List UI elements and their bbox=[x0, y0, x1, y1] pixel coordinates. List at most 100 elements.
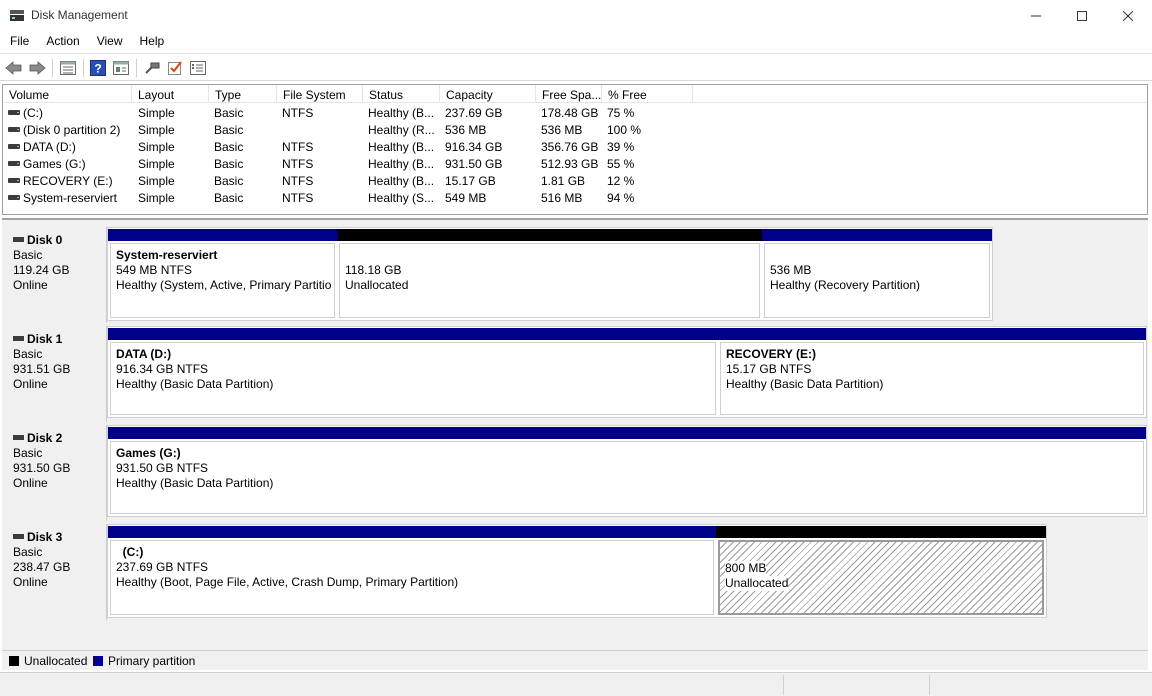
partition-header-unallocated bbox=[716, 526, 1046, 538]
partition-header-primary bbox=[718, 328, 1146, 340]
partition-header-primary bbox=[108, 229, 337, 241]
legend-swatch-unallocated bbox=[9, 656, 19, 666]
disk-3-partitions: (C:) 237.69 GB NTFS Healthy (Boot, Page … bbox=[107, 524, 1047, 618]
volume-layout: Simple bbox=[138, 191, 175, 205]
volume-file-system: NTFS bbox=[282, 157, 314, 171]
partition-size: 916.34 GB NTFS bbox=[116, 362, 209, 376]
forward-button[interactable] bbox=[28, 59, 46, 77]
drive-icon bbox=[8, 161, 20, 166]
volume-file-system: NTFS bbox=[282, 140, 314, 154]
column-header-layout[interactable]: Layout bbox=[132, 85, 209, 103]
volume-status: Healthy (B... bbox=[368, 157, 435, 171]
volume-free-space: 536 MB bbox=[541, 123, 583, 137]
volume-row[interactable]: System-reserviert Simple Basic NTFS Heal… bbox=[3, 189, 1147, 206]
volume-status: Healthy (B... bbox=[368, 174, 435, 188]
maximize-button[interactable] bbox=[1059, 0, 1105, 31]
partition-details: Games (G:) 931.50 GB NTFS Healthy (Basic… bbox=[110, 441, 1144, 514]
partition-header-primary bbox=[108, 328, 718, 340]
partition-details: (C:) 237.69 GB NTFS Healthy (Boot, Page … bbox=[110, 540, 714, 615]
disk-0-label[interactable]: Disk 0 Basic 119.24 GB Online bbox=[5, 227, 107, 323]
disk-name: Disk 2 bbox=[27, 431, 63, 445]
disk-2-label[interactable]: Disk 2 Basic 931.50 GB Online bbox=[5, 425, 107, 521]
disk-icon bbox=[13, 336, 24, 341]
partition-unallocated[interactable]: 118.18 GB Unallocated bbox=[337, 228, 762, 320]
partition-recovery[interactable]: 536 MB Healthy (Recovery Partition) bbox=[762, 228, 992, 320]
partition-games-g[interactable]: Games (G:) 931.50 GB NTFS Healthy (Basic… bbox=[108, 426, 1146, 516]
partition-data-d[interactable]: DATA (D:) 916.34 GB NTFS Healthy (Basic … bbox=[108, 327, 718, 417]
partition-details: 536 MB Healthy (Recovery Partition) bbox=[764, 243, 990, 318]
settings-icon bbox=[190, 61, 206, 75]
svg-text:?: ? bbox=[94, 62, 101, 76]
volume-percent-free: 39 % bbox=[607, 140, 635, 154]
close-button[interactable] bbox=[1105, 0, 1151, 31]
menu-bar: File Action View Help bbox=[0, 31, 1152, 52]
partition-details: RECOVERY (E:) 15.17 GB NTFS Healthy (Bas… bbox=[720, 342, 1144, 415]
disk-1-label[interactable]: Disk 1 Basic 931.51 GB Online bbox=[5, 326, 107, 422]
volume-name: DATA (D:) bbox=[23, 140, 76, 154]
volume-row[interactable]: DATA (D:) Simple Basic NTFS Healthy (B..… bbox=[3, 138, 1147, 155]
volume-name: System-reserviert bbox=[23, 191, 118, 205]
volume-layout: Simple bbox=[138, 140, 175, 154]
volume-percent-free: 55 % bbox=[607, 157, 635, 171]
minimize-button[interactable] bbox=[1013, 0, 1059, 31]
column-header-free-space[interactable]: Free Spa... bbox=[536, 85, 602, 103]
toolbar-separator bbox=[52, 59, 53, 77]
disk-0-partitions: System-reserviert 549 MB NTFS Healthy (S… bbox=[107, 227, 993, 321]
volume-layout: Simple bbox=[138, 157, 175, 171]
connect-button[interactable] bbox=[143, 59, 161, 77]
volume-row[interactable]: RECOVERY (E:) Simple Basic NTFS Healthy … bbox=[3, 172, 1147, 189]
check-button[interactable] bbox=[166, 59, 184, 77]
view-icon bbox=[113, 61, 129, 75]
disk-state: Online bbox=[13, 377, 48, 391]
column-header-percent-free[interactable]: % Free bbox=[602, 85, 693, 103]
partition-recovery-e[interactable]: RECOVERY (E:) 15.17 GB NTFS Healthy (Bas… bbox=[718, 327, 1146, 417]
volume-layout: Simple bbox=[138, 174, 175, 188]
volume-row[interactable]: (Disk 0 partition 2) Simple Basic Health… bbox=[3, 121, 1147, 138]
help-button[interactable]: ? bbox=[89, 59, 107, 77]
volume-status: Healthy (R... bbox=[368, 123, 435, 137]
volume-type: Basic bbox=[214, 123, 244, 137]
volume-capacity: 916.34 GB bbox=[445, 140, 503, 154]
menu-help[interactable]: Help bbox=[130, 31, 172, 52]
view-button[interactable] bbox=[112, 59, 130, 77]
volume-row[interactable]: Games (G:) Simple Basic NTFS Healthy (B.… bbox=[3, 155, 1147, 172]
volume-row[interactable]: (C:) Simple Basic NTFS Healthy (B... 237… bbox=[3, 104, 1147, 121]
properties-list-icon bbox=[60, 61, 76, 75]
disk-3-label[interactable]: Disk 3 Basic 238.47 GB Online bbox=[5, 524, 107, 620]
disk-icon bbox=[13, 534, 24, 539]
volume-free-space: 516 MB bbox=[541, 191, 583, 205]
partition-size: 800 MB bbox=[725, 561, 767, 576]
partition-title: Games (G:) bbox=[116, 446, 181, 460]
maximize-icon bbox=[1077, 10, 1087, 21]
column-header-volume[interactable]: Volume bbox=[3, 85, 132, 103]
column-header-status[interactable]: Status bbox=[363, 85, 440, 103]
settings-button[interactable] bbox=[189, 59, 207, 77]
disk-2-partitions: Games (G:) 931.50 GB NTFS Healthy (Basic… bbox=[107, 425, 1147, 517]
status-bar-segment bbox=[929, 675, 930, 695]
disk-graphical-view[interactable]: Disk 0 Basic 119.24 GB Online System-res… bbox=[2, 218, 1148, 650]
partition-unallocated[interactable]: 800 MB Unallocated bbox=[716, 525, 1046, 617]
menu-view[interactable]: View bbox=[87, 31, 130, 52]
partition-title bbox=[345, 248, 759, 263]
partition-size: 118.18 GB bbox=[345, 263, 402, 277]
volume-file-system: NTFS bbox=[282, 106, 314, 120]
column-header-type[interactable]: Type bbox=[209, 85, 277, 103]
column-header-capacity[interactable]: Capacity bbox=[440, 85, 536, 103]
volume-type: Basic bbox=[214, 140, 244, 154]
back-button[interactable] bbox=[5, 59, 23, 77]
volume-list[interactable]: Volume Layout Type File System Status Ca… bbox=[2, 84, 1148, 215]
menu-file[interactable]: File bbox=[0, 31, 36, 52]
volume-capacity: 549 MB bbox=[445, 191, 487, 205]
column-header-file-system[interactable]: File System bbox=[277, 85, 363, 103]
partition-c[interactable]: (C:) 237.69 GB NTFS Healthy (Boot, Page … bbox=[108, 525, 716, 617]
properties-list-button[interactable] bbox=[59, 59, 77, 77]
partition-title: System-reserviert bbox=[116, 248, 218, 262]
menu-action[interactable]: Action bbox=[36, 31, 86, 52]
disk-management-app-icon bbox=[10, 10, 24, 21]
partition-size: 237.69 GB NTFS bbox=[116, 560, 209, 574]
disk-type: Basic bbox=[13, 446, 43, 460]
partition-system-reserved[interactable]: System-reserviert 549 MB NTFS Healthy (S… bbox=[108, 228, 337, 320]
disk-state: Online bbox=[13, 476, 48, 490]
drive-icon bbox=[8, 144, 20, 149]
partition-header-primary bbox=[762, 229, 992, 241]
